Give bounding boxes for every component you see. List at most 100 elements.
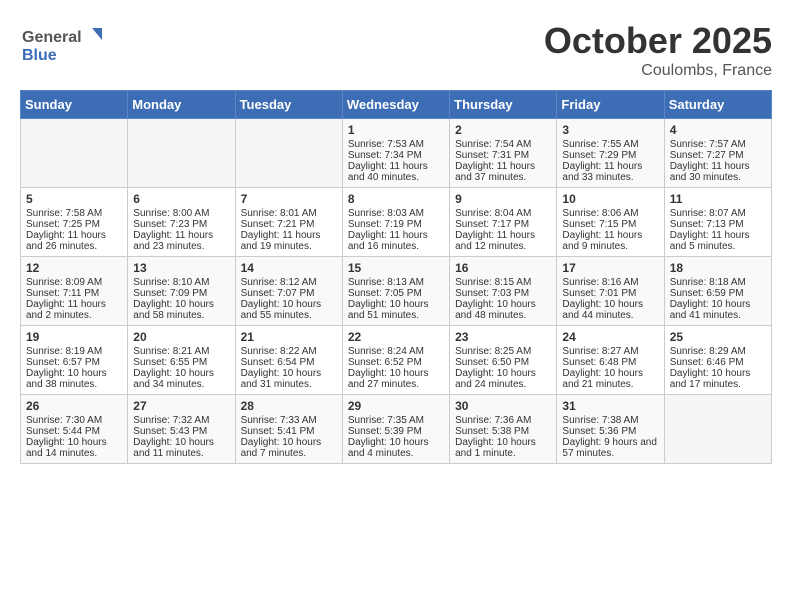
sunrise-text: Sunrise: 7:36 AM	[455, 415, 551, 426]
sunrise-text: Sunrise: 8:09 AM	[26, 277, 122, 288]
sunset-text: Sunset: 5:44 PM	[26, 426, 122, 437]
daylight-text: Daylight: 10 hours and 44 minutes.	[562, 299, 658, 321]
table-row: 12Sunrise: 8:09 AMSunset: 7:11 PMDayligh…	[21, 257, 128, 326]
table-row: 15Sunrise: 8:13 AMSunset: 7:05 PMDayligh…	[342, 257, 449, 326]
day-number: 11	[670, 192, 766, 206]
day-number: 22	[348, 330, 444, 344]
table-row: 25Sunrise: 8:29 AMSunset: 6:46 PMDayligh…	[664, 326, 771, 395]
svg-text:Blue: Blue	[22, 47, 57, 64]
day-number: 17	[562, 261, 658, 275]
day-number: 4	[670, 123, 766, 137]
sunrise-text: Sunrise: 8:04 AM	[455, 208, 551, 219]
col-friday: Friday	[557, 91, 664, 119]
sunset-text: Sunset: 7:23 PM	[133, 219, 229, 230]
day-number: 23	[455, 330, 551, 344]
table-row: 2Sunrise: 7:54 AMSunset: 7:31 PMDaylight…	[450, 119, 557, 188]
sunset-text: Sunset: 5:36 PM	[562, 426, 658, 437]
sunset-text: Sunset: 5:43 PM	[133, 426, 229, 437]
table-row	[21, 119, 128, 188]
daylight-text: Daylight: 10 hours and 7 minutes.	[241, 437, 337, 459]
day-number: 29	[348, 399, 444, 413]
daylight-text: Daylight: 11 hours and 33 minutes.	[562, 161, 658, 183]
sunrise-text: Sunrise: 8:22 AM	[241, 346, 337, 357]
sunrise-text: Sunrise: 8:03 AM	[348, 208, 444, 219]
day-number: 13	[133, 261, 229, 275]
sunset-text: Sunset: 7:25 PM	[26, 219, 122, 230]
daylight-text: Daylight: 11 hours and 26 minutes.	[26, 230, 122, 252]
sunset-text: Sunset: 6:46 PM	[670, 357, 766, 368]
day-number: 18	[670, 261, 766, 275]
daylight-text: Daylight: 10 hours and 21 minutes.	[562, 368, 658, 390]
day-number: 2	[455, 123, 551, 137]
day-number: 30	[455, 399, 551, 413]
sunrise-text: Sunrise: 8:10 AM	[133, 277, 229, 288]
table-row: 1Sunrise: 7:53 AMSunset: 7:34 PMDaylight…	[342, 119, 449, 188]
table-row: 20Sunrise: 8:21 AMSunset: 6:55 PMDayligh…	[128, 326, 235, 395]
daylight-text: Daylight: 11 hours and 2 minutes.	[26, 299, 122, 321]
calendar-week-row: 5Sunrise: 7:58 AMSunset: 7:25 PMDaylight…	[21, 188, 772, 257]
sunrise-text: Sunrise: 8:00 AM	[133, 208, 229, 219]
day-number: 26	[26, 399, 122, 413]
sunrise-text: Sunrise: 8:27 AM	[562, 346, 658, 357]
day-number: 15	[348, 261, 444, 275]
page-header: General Blue October 2025 Coulombs, Fran…	[20, 20, 772, 80]
col-saturday: Saturday	[664, 91, 771, 119]
sunrise-text: Sunrise: 8:29 AM	[670, 346, 766, 357]
sunset-text: Sunset: 6:54 PM	[241, 357, 337, 368]
sunset-text: Sunset: 5:38 PM	[455, 426, 551, 437]
col-sunday: Sunday	[21, 91, 128, 119]
daylight-text: Daylight: 10 hours and 48 minutes.	[455, 299, 551, 321]
table-row: 14Sunrise: 8:12 AMSunset: 7:07 PMDayligh…	[235, 257, 342, 326]
table-row: 27Sunrise: 7:32 AMSunset: 5:43 PMDayligh…	[128, 395, 235, 464]
daylight-text: Daylight: 10 hours and 11 minutes.	[133, 437, 229, 459]
table-row: 26Sunrise: 7:30 AMSunset: 5:44 PMDayligh…	[21, 395, 128, 464]
sunset-text: Sunset: 7:29 PM	[562, 150, 658, 161]
sunset-text: Sunset: 7:17 PM	[455, 219, 551, 230]
table-row: 3Sunrise: 7:55 AMSunset: 7:29 PMDaylight…	[557, 119, 664, 188]
table-row	[128, 119, 235, 188]
daylight-text: Daylight: 9 hours and 57 minutes.	[562, 437, 658, 459]
daylight-text: Daylight: 11 hours and 5 minutes.	[670, 230, 766, 252]
daylight-text: Daylight: 11 hours and 12 minutes.	[455, 230, 551, 252]
table-row: 23Sunrise: 8:25 AMSunset: 6:50 PMDayligh…	[450, 326, 557, 395]
sunset-text: Sunset: 6:59 PM	[670, 288, 766, 299]
table-row: 29Sunrise: 7:35 AMSunset: 5:39 PMDayligh…	[342, 395, 449, 464]
col-thursday: Thursday	[450, 91, 557, 119]
daylight-text: Daylight: 10 hours and 58 minutes.	[133, 299, 229, 321]
table-row: 19Sunrise: 8:19 AMSunset: 6:57 PMDayligh…	[21, 326, 128, 395]
sunset-text: Sunset: 6:55 PM	[133, 357, 229, 368]
daylight-text: Daylight: 11 hours and 37 minutes.	[455, 161, 551, 183]
daylight-text: Daylight: 10 hours and 41 minutes.	[670, 299, 766, 321]
day-number: 14	[241, 261, 337, 275]
sunset-text: Sunset: 7:15 PM	[562, 219, 658, 230]
table-row: 5Sunrise: 7:58 AMSunset: 7:25 PMDaylight…	[21, 188, 128, 257]
table-row: 13 Sunrise: 8:10 AMSunset: 7:09 PMDayligh…	[128, 257, 235, 326]
daylight-text: Daylight: 11 hours and 16 minutes.	[348, 230, 444, 252]
sunset-text: Sunset: 7:05 PM	[348, 288, 444, 299]
daylight-text: Daylight: 11 hours and 40 minutes.	[348, 161, 444, 183]
sunset-text: Sunset: 7:09 PM	[133, 288, 229, 299]
sunset-text: Sunset: 7:19 PM	[348, 219, 444, 230]
location: Coulombs, France	[544, 62, 772, 80]
sunset-text: Sunset: 7:11 PM	[26, 288, 122, 299]
calendar-week-row: 1Sunrise: 7:53 AMSunset: 7:34 PMDaylight…	[21, 119, 772, 188]
table-row	[664, 395, 771, 464]
logo: General Blue	[20, 20, 110, 71]
table-row: 28Sunrise: 7:33 AMSunset: 5:41 PMDayligh…	[235, 395, 342, 464]
daylight-text: Daylight: 10 hours and 31 minutes.	[241, 368, 337, 390]
day-number: 3	[562, 123, 658, 137]
day-number: 10	[562, 192, 658, 206]
daylight-text: Daylight: 10 hours and 38 minutes.	[26, 368, 122, 390]
daylight-text: Daylight: 10 hours and 4 minutes.	[348, 437, 444, 459]
sunset-text: Sunset: 7:31 PM	[455, 150, 551, 161]
sunset-text: Sunset: 6:57 PM	[26, 357, 122, 368]
day-number: 1	[348, 123, 444, 137]
sunset-text: Sunset: 7:03 PM	[455, 288, 551, 299]
daylight-text: Daylight: 11 hours and 9 minutes.	[562, 230, 658, 252]
sunrise-text: Sunrise: 7:38 AM	[562, 415, 658, 426]
day-number: 7	[241, 192, 337, 206]
table-row: 10Sunrise: 8:06 AMSunset: 7:15 PMDayligh…	[557, 188, 664, 257]
sunrise-text: Sunrise: 8:18 AM	[670, 277, 766, 288]
table-row: 30Sunrise: 7:36 AMSunset: 5:38 PMDayligh…	[450, 395, 557, 464]
day-number: 31	[562, 399, 658, 413]
